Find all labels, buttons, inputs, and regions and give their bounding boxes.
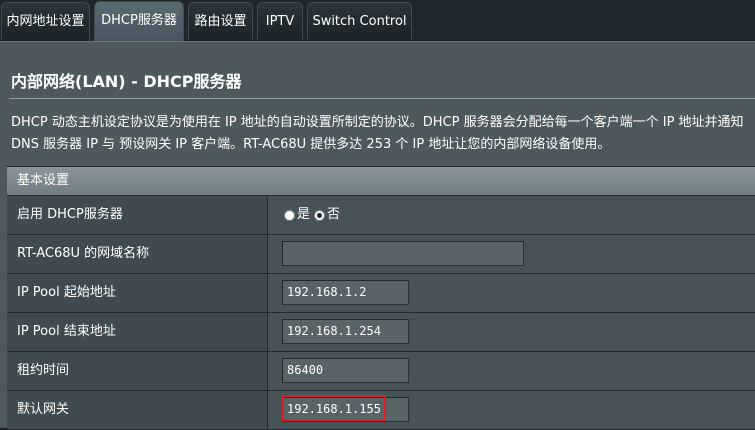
lease-time-input[interactable]: 86400: [282, 358, 409, 383]
row-gateway: 默认网关 192.168.1.155: [7, 391, 755, 430]
description-line-1: DHCP 动态主机设定协议是为使用在 IP 地址的自动设置所制定的协议。DHCP…: [11, 115, 744, 130]
page-description: DHCP 动态主机设定协议是为使用在 IP 地址的自动设置所制定的协议。DHCP…: [11, 112, 751, 156]
lease-time-value: 86400: [269, 352, 755, 390]
section-header: 基本设置: [7, 167, 755, 196]
pool-start-value: 192.168.1.2: [269, 274, 755, 312]
description-line-2: DNS 服务器 IP 与 预设网关 IP 客户端。RT-AC68U 提供多达 2…: [11, 137, 611, 152]
radio-no-label[interactable]: 否: [327, 207, 340, 223]
pool-end-value: 192.168.1.254: [269, 313, 755, 351]
radio-yes[interactable]: [284, 209, 295, 221]
row-pool-end: IP Pool 结束地址 192.168.1.254: [7, 313, 755, 352]
domain-name-label: RT-AC68U 的网域名称: [7, 235, 268, 273]
pool-start-input[interactable]: 192.168.1.2: [282, 280, 409, 305]
tab-dhcp-server[interactable]: DHCP服务器: [94, 1, 184, 41]
settings-table: 基本设置 启用 DHCP服务器 是 否 RT-AC68U 的网域名称 IP Po…: [7, 166, 755, 430]
tab-bar: 内网地址设置 DHCP服务器 路由设置 IPTV Switch Control: [0, 0, 755, 41]
enable-dhcp-radio-group: 是 否: [284, 207, 344, 223]
gateway-value: 192.168.1.155: [269, 391, 755, 429]
gateway-input[interactable]: 192.168.1.155: [282, 397, 409, 422]
row-domain-name: RT-AC68U 的网域名称: [7, 235, 755, 274]
lease-time-label: 租约时间: [7, 352, 268, 390]
row-lease-time: 租约时间 86400: [7, 352, 755, 391]
pool-end-input[interactable]: 192.168.1.254: [282, 319, 409, 344]
title-divider: [9, 98, 755, 99]
domain-name-input[interactable]: [282, 241, 524, 266]
tab-lan-ip[interactable]: 内网地址设置: [1, 2, 90, 39]
main-panel: 内部网络(LAN) - DHCP服务器 DHCP 动态主机设定协议是为使用在 I…: [0, 41, 755, 430]
tab-route[interactable]: 路由设置: [188, 2, 253, 39]
pool-start-label: IP Pool 起始地址: [7, 274, 268, 312]
enable-dhcp-label: 启用 DHCP服务器: [7, 196, 268, 234]
row-enable-dhcp: 启用 DHCP服务器 是 否: [7, 196, 755, 235]
pool-end-label: IP Pool 结束地址: [7, 313, 268, 351]
gateway-label: 默认网关: [7, 391, 268, 429]
radio-no[interactable]: [314, 209, 326, 221]
radio-yes-label[interactable]: 是: [297, 207, 310, 223]
enable-dhcp-value: 是 否: [269, 196, 755, 234]
row-pool-start: IP Pool 起始地址 192.168.1.2: [7, 274, 755, 313]
tab-switch-control[interactable]: Switch Control: [307, 2, 412, 39]
page-title: 内部网络(LAN) - DHCP服务器: [11, 72, 242, 91]
tab-iptv[interactable]: IPTV: [257, 2, 303, 39]
domain-name-value: [269, 235, 755, 273]
